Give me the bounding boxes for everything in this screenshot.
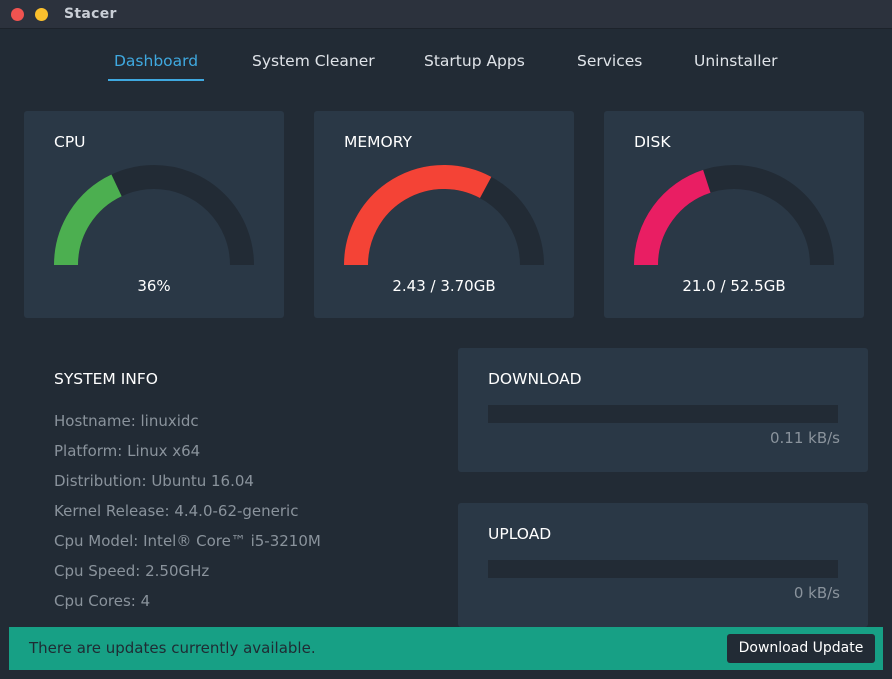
cpu-gauge [54,165,254,265]
memory-card: MEMORY 2.43 / 3.70GB [314,111,574,318]
upload-card: UPLOAD 0 kB/s [458,503,868,627]
download-speed: 0.11 kB/s [769,429,840,447]
download-bar [488,405,838,423]
tab-services[interactable]: Services [577,52,642,70]
update-message: There are updates currently available. [29,639,316,657]
window-title: Stacer [64,6,117,22]
tab-startup-apps[interactable]: Startup Apps [424,52,525,70]
close-window-button[interactable] [11,8,24,21]
main-nav: Dashboard System Cleaner Startup Apps Se… [0,52,892,82]
download-title: DOWNLOAD [488,370,582,388]
disk-card: DISK 21.0 / 52.5GB [604,111,864,318]
platform-info: Platform: Linux x64 [54,442,201,460]
disk-value: 21.0 / 52.5GB [682,277,786,295]
distribution-info: Distribution: Ubuntu 16.04 [54,472,254,490]
cpu-speed-info: Cpu Speed: 2.50GHz [54,562,210,580]
tab-uninstaller[interactable]: Uninstaller [694,52,777,70]
disk-title: DISK [634,133,671,151]
title-bar: Stacer [0,0,892,29]
kernel-release-info: Kernel Release: 4.4.0-62-generic [54,502,299,520]
cpu-value: 36% [137,277,171,295]
cpu-cores-info: Cpu Cores: 4 [54,592,151,610]
tab-system-cleaner[interactable]: System Cleaner [252,52,375,70]
memory-gauge-fill [344,165,492,265]
upload-title: UPLOAD [488,525,552,543]
download-update-button[interactable]: Download Update [727,634,875,663]
disk-gauge [634,165,834,265]
tab-dashboard[interactable]: Dashboard [107,52,205,81]
cpu-model-info: Cpu Model: Intel® Core™ i5-3210M [54,532,321,550]
disk-gauge-fill [634,169,711,265]
cpu-gauge-fill [54,174,123,265]
update-notification-bar: There are updates currently available. D… [9,627,883,670]
cpu-card: CPU 36% [24,111,284,318]
memory-title: MEMORY [344,133,412,151]
minimize-window-button[interactable] [35,8,48,21]
memory-gauge [344,165,544,265]
upload-bar [488,560,838,578]
hostname-info: Hostname: linuxidc [54,412,199,430]
upload-speed: 0 kB/s [793,584,840,602]
download-card: DOWNLOAD 0.11 kB/s [458,348,868,472]
cpu-title: CPU [54,133,86,151]
memory-value: 2.43 / 3.70GB [392,277,496,295]
system-info-title: SYSTEM INFO [54,370,158,388]
